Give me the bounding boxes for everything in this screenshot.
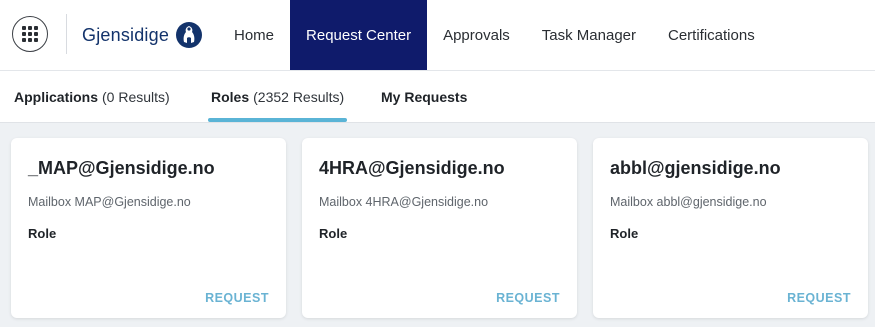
tab-count: (2352 Results) <box>253 88 345 105</box>
tab-applications[interactable]: Applications (0 Results) <box>14 71 170 122</box>
nav-home[interactable]: Home <box>218 0 290 70</box>
logo-emblem-icon <box>176 22 203 48</box>
nav-task-manager[interactable]: Task Manager <box>526 0 652 70</box>
nav-request-center[interactable]: Request Center <box>290 0 428 70</box>
header-divider <box>66 14 67 54</box>
nav-certifications[interactable]: Certifications <box>652 0 771 70</box>
brand-logo[interactable]: Gjensidige <box>82 20 203 50</box>
app-launcher-button[interactable] <box>12 16 48 52</box>
card-type: Role <box>319 226 348 241</box>
request-button[interactable]: REQUEST <box>787 291 851 305</box>
tab-label: My Requests <box>381 88 468 105</box>
grid-icon <box>22 26 38 42</box>
tab-roles[interactable]: Roles (2352 Results) <box>211 71 344 122</box>
card-description: Mailbox 4HRA@Gjensidige.no <box>319 195 489 209</box>
results-tabs: Applications (0 Results) Roles (2352 Res… <box>0 71 875 123</box>
card-type: Role <box>610 226 639 241</box>
role-card[interactable]: abbl@gjensidige.no Mailbox abbl@gjensidi… <box>593 138 868 318</box>
tab-count: (0 Results) <box>102 88 170 105</box>
role-card[interactable]: _MAP@Gjensidige.no Mailbox MAP@Gjensidig… <box>11 138 286 318</box>
active-tab-indicator <box>208 118 347 122</box>
main-nav: Home Request Center Approvals Task Manag… <box>218 0 771 70</box>
role-card[interactable]: 4HRA@Gjensidige.no Mailbox 4HRA@Gjensidi… <box>302 138 577 318</box>
top-navigation-bar: Gjensidige Home Request Center Approvals… <box>0 0 875 71</box>
request-button[interactable]: REQUEST <box>496 291 560 305</box>
request-button[interactable]: REQUEST <box>205 291 269 305</box>
card-title: _MAP@Gjensidige.no <box>28 158 215 178</box>
tab-my-requests[interactable]: My Requests <box>381 71 467 122</box>
card-description: Mailbox abbl@gjensidige.no <box>610 195 767 209</box>
card-description: Mailbox MAP@Gjensidige.no <box>28 195 191 209</box>
logo-text: Gjensidige <box>82 24 170 45</box>
tab-label: Applications <box>14 88 99 105</box>
card-type: Role <box>28 226 57 241</box>
tab-label: Roles <box>211 88 250 105</box>
nav-approvals[interactable]: Approvals <box>427 0 526 70</box>
card-title: abbl@gjensidige.no <box>610 158 781 178</box>
card-title: 4HRA@Gjensidige.no <box>319 158 505 178</box>
